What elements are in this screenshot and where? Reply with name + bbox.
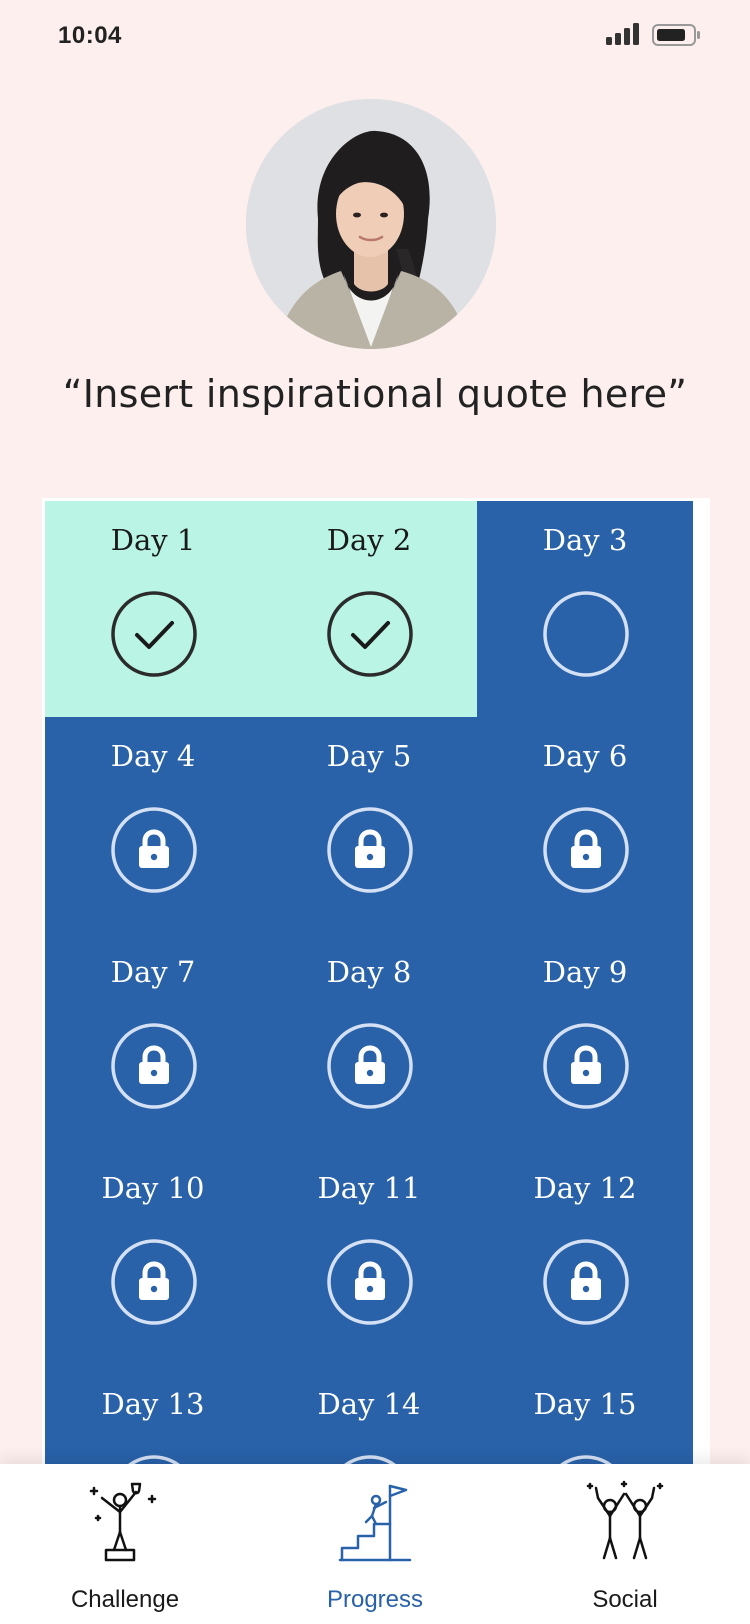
day-label: Day 15 xyxy=(533,1387,637,1421)
trophy-person-icon xyxy=(89,1482,157,1562)
lock-icon xyxy=(543,1239,629,1325)
lock-icon xyxy=(543,807,629,893)
day-tile-15[interactable]: Day 15 xyxy=(477,1365,693,1464)
day-label: Day 6 xyxy=(542,739,628,773)
lock-icon xyxy=(327,1023,413,1109)
lock-icon xyxy=(111,1023,197,1109)
high-five-icon xyxy=(586,1480,664,1560)
lock-icon xyxy=(327,1239,413,1325)
tab-progress[interactable]: Progress xyxy=(250,1464,500,1624)
check-circle-icon xyxy=(327,591,413,677)
lock-icon xyxy=(543,1023,629,1109)
day-label: Day 7 xyxy=(110,955,196,989)
lock-icon xyxy=(344,1455,396,1464)
day-tile-7[interactable]: Day 7 xyxy=(45,933,261,1149)
day-label: Day 13 xyxy=(101,1387,205,1421)
day-tile-2[interactable]: Day 2 xyxy=(261,501,477,717)
day-tile-1[interactable]: Day 1 xyxy=(45,501,261,717)
status-time: 10:04 xyxy=(58,22,122,49)
day-label: Day 9 xyxy=(542,955,628,989)
day-label: Day 12 xyxy=(533,1171,637,1205)
lock-icon xyxy=(111,807,197,893)
tab-label: Progress xyxy=(326,1586,424,1613)
tab-social[interactable]: Social xyxy=(500,1464,750,1624)
empty-circle-icon xyxy=(543,591,629,677)
day-label: Day 14 xyxy=(317,1387,421,1421)
day-label: Day 5 xyxy=(326,739,412,773)
day-label: Day 1 xyxy=(110,523,196,557)
day-tile-14[interactable]: Day 14 xyxy=(261,1365,477,1464)
day-tile-10[interactable]: Day 10 xyxy=(45,1149,261,1365)
day-tile-9[interactable]: Day 9 xyxy=(477,933,693,1149)
tab-label: Social xyxy=(592,1586,658,1613)
day-tile-4[interactable]: Day 4 xyxy=(45,717,261,933)
day-grid: Day 1 Day 2 Day 3 Day 4 Day 5 Day 6 Day … xyxy=(42,498,710,1464)
signal-icon xyxy=(606,23,640,50)
profile-avatar[interactable] xyxy=(246,99,496,349)
day-label: Day 4 xyxy=(110,739,196,773)
day-tile-12[interactable]: Day 12 xyxy=(477,1149,693,1365)
lock-icon xyxy=(111,1239,197,1325)
day-label: Day 2 xyxy=(326,523,412,557)
day-tile-3[interactable]: Day 3 xyxy=(477,501,693,717)
day-label: Day 8 xyxy=(326,955,412,989)
check-circle-icon xyxy=(111,591,197,677)
lock-icon xyxy=(128,1455,180,1464)
day-tile-8[interactable]: Day 8 xyxy=(261,933,477,1149)
status-bar: 10:04 xyxy=(0,0,750,72)
day-tile-6[interactable]: Day 6 xyxy=(477,717,693,933)
day-label: Day 11 xyxy=(317,1171,421,1205)
day-tile-11[interactable]: Day 11 xyxy=(261,1149,477,1365)
lock-icon xyxy=(327,807,413,893)
climb-flag-icon xyxy=(338,1484,412,1562)
day-tile-13[interactable]: Day 13 xyxy=(45,1365,261,1464)
day-label: Day 3 xyxy=(542,523,628,557)
battery-icon xyxy=(652,24,702,51)
day-label: Day 10 xyxy=(101,1171,205,1205)
day-tile-5[interactable]: Day 5 xyxy=(261,717,477,933)
inspirational-quote: “Insert inspirational quote here” xyxy=(62,372,688,416)
tab-label: Challenge xyxy=(70,1586,180,1613)
tab-challenge[interactable]: Challenge xyxy=(0,1464,250,1624)
lock-icon xyxy=(560,1455,612,1464)
bottom-tab-bar: Challenge Progress Social xyxy=(0,1464,750,1624)
